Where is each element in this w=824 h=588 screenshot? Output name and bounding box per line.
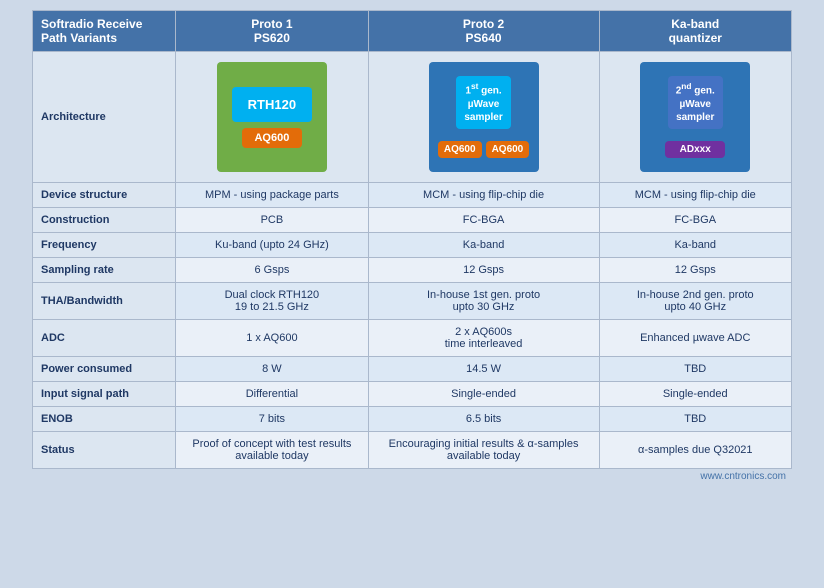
sampling-rate-col3: 12 Gsps [599, 258, 792, 283]
rth120-chip: RTH120 [232, 87, 312, 122]
status-col3: α-samples due Q32021 [599, 432, 792, 469]
tha-col1: Dual clock RTH12019 to 21.5 GHz [176, 283, 368, 320]
device-structure-row: Device structure MPM - using package par… [33, 183, 792, 208]
construction-row: Construction PCB FC-BGA FC-BGA [33, 208, 792, 233]
adc-row: ADC 1 x AQ600 2 x AQ600stime interleaved… [33, 320, 792, 357]
power-label: Power consumed [33, 357, 176, 382]
frequency-col2: Ka-band [368, 233, 599, 258]
uwave-sampler-1st: 1st gen.µWavesampler [456, 76, 510, 128]
input-signal-row: Input signal path Differential Single-en… [33, 382, 792, 407]
arch-proto1: RTH120 AQ600 [176, 52, 368, 183]
adc-col3: Enhanced µwave ADC [599, 320, 792, 357]
construction-col1: PCB [176, 208, 368, 233]
tha-row: THA/Bandwidth Dual clock RTH12019 to 21.… [33, 283, 792, 320]
tha-col2: In-house 1st gen. protoupto 30 GHz [368, 283, 599, 320]
header-col2: Proto 2PS640 [368, 11, 599, 52]
construction-col3: FC-BGA [599, 208, 792, 233]
adc-col1: 1 x AQ600 [176, 320, 368, 357]
uwave-sampler-2nd: 2nd gen.µWavesampler [668, 76, 723, 128]
construction-label: Construction [33, 208, 176, 233]
sampling-rate-col1: 6 Gsps [176, 258, 368, 283]
tha-col3: In-house 2nd gen. protoupto 40 GHz [599, 283, 792, 320]
aq600-chip-proto2b: AQ600 [486, 141, 530, 158]
status-row: Status Proof of concept with test result… [33, 432, 792, 469]
input-signal-col2: Single-ended [368, 382, 599, 407]
frequency-col1: Ku-band (upto 24 GHz) [176, 233, 368, 258]
power-col3: TBD [599, 357, 792, 382]
enob-label: ENOB [33, 407, 176, 432]
sampling-rate-label: Sampling rate [33, 258, 176, 283]
enob-col2: 6.5 bits [368, 407, 599, 432]
status-label: Status [33, 432, 176, 469]
adc-label: ADC [33, 320, 176, 357]
input-signal-label: Input signal path [33, 382, 176, 407]
device-structure-col1: MPM - using package parts [176, 183, 368, 208]
power-col1: 8 W [176, 357, 368, 382]
power-col2: 14.5 W [368, 357, 599, 382]
comparison-table: Softradio Receive Path Variants Proto 1P… [32, 10, 792, 469]
sampling-rate-col2: 12 Gsps [368, 258, 599, 283]
frequency-label: Frequency [33, 233, 176, 258]
frequency-col3: Ka-band [599, 233, 792, 258]
header-col1: Proto 1PS620 [176, 11, 368, 52]
input-signal-col1: Differential [176, 382, 368, 407]
architecture-label: Architecture [33, 52, 176, 183]
adc-col2: 2 x AQ600stime interleaved [368, 320, 599, 357]
enob-col1: 7 bits [176, 407, 368, 432]
aq600-chip-proto1: AQ600 [242, 128, 302, 148]
architecture-row: Architecture RTH120 AQ600 1st gen.µWaves… [33, 52, 792, 183]
device-structure-label: Device structure [33, 183, 176, 208]
enob-row: ENOB 7 bits 6.5 bits TBD [33, 407, 792, 432]
arch-kaband: 2nd gen.µWavesampler ADxxx [599, 52, 792, 183]
sampling-rate-row: Sampling rate 6 Gsps 12 Gsps 12 Gsps [33, 258, 792, 283]
frequency-row: Frequency Ku-band (upto 24 GHz) Ka-band … [33, 233, 792, 258]
device-structure-col3: MCM - using flip-chip die [599, 183, 792, 208]
construction-col2: FC-BGA [368, 208, 599, 233]
watermark: www.cntronics.com [32, 469, 792, 484]
power-row: Power consumed 8 W 14.5 W TBD [33, 357, 792, 382]
aq600-chip-proto2a: AQ600 [438, 141, 482, 158]
device-structure-col2: MCM - using flip-chip die [368, 183, 599, 208]
arch-proto2: 1st gen.µWavesampler AQ600 AQ600 [368, 52, 599, 183]
enob-col3: TBD [599, 407, 792, 432]
status-col1: Proof of concept with test results avail… [176, 432, 368, 469]
input-signal-col3: Single-ended [599, 382, 792, 407]
tha-label: THA/Bandwidth [33, 283, 176, 320]
header-title: Softradio Receive Path Variants [33, 11, 176, 52]
adxxx-chip: ADxxx [665, 141, 725, 158]
header-col3: Ka-bandquantizer [599, 11, 792, 52]
status-col2: Encouraging initial results & α-samples … [368, 432, 599, 469]
